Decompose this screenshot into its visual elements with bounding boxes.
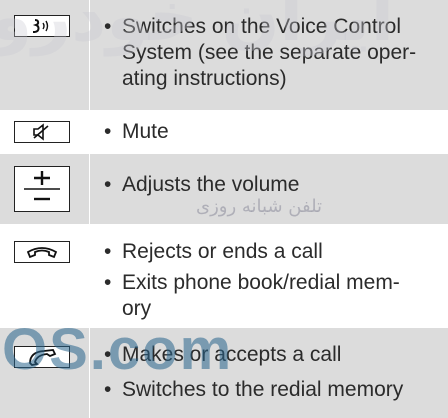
volume-plus-minus-icon [24, 171, 60, 201]
accept-call-icon [29, 349, 57, 366]
volume-key [14, 166, 70, 212]
end-call-icon [26, 247, 58, 259]
mute-icon [33, 123, 49, 141]
mute-key [14, 121, 70, 143]
voice-control-icon [32, 19, 49, 33]
list-item: • Mute [104, 120, 169, 143]
list-item: • Switches to the redial memory [104, 378, 404, 401]
column-divider [89, 0, 90, 418]
table-row-end-call: • Rejects or ends a call • Exits phone boo… [0, 225, 448, 327]
voice-control-key [14, 15, 70, 37]
end-call-key [14, 241, 70, 263]
accept-call-key [14, 346, 70, 368]
table-row-voice-control: • Switches on the Voice Control System (s… [0, 0, 448, 110]
list-item: • Makes or accepts a call [104, 343, 342, 366]
list-item: • Exits phone book/redial mem- ory [104, 271, 400, 320]
list-item: • Switches on the Voice Control System (s… [104, 15, 417, 90]
list-item: • Rejects or ends a call [104, 240, 323, 263]
function-table: • Switches on the Voice Control System (s… [0, 0, 448, 418]
table-row-accept-call: • Makes or accepts a call • Switches to th… [0, 328, 448, 418]
list-item: • Adjusts the volume [104, 173, 300, 196]
table-row-volume: • Adjusts the volume [0, 154, 448, 224]
table-row-mute: • Mute [0, 111, 448, 153]
